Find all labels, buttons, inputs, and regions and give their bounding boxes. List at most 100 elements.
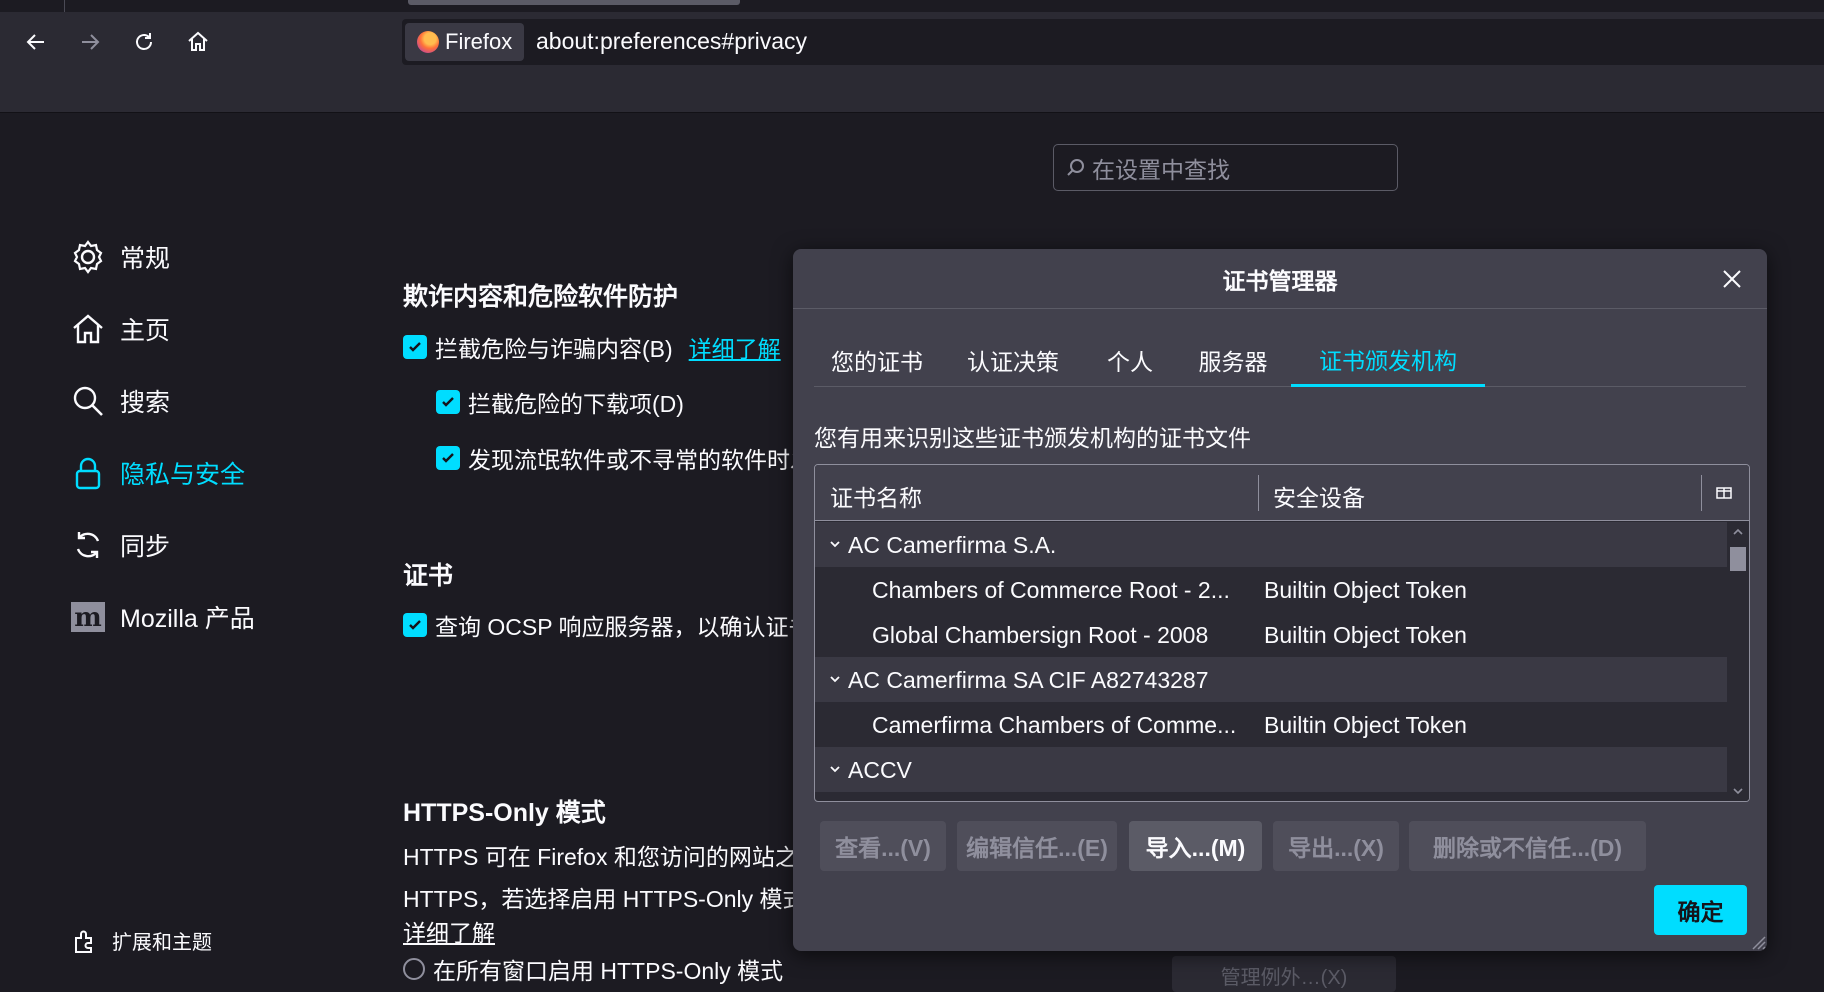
puzzle-icon bbox=[75, 930, 92, 953]
sidebar-item-home[interactable]: 主页 bbox=[68, 305, 170, 353]
cert-device: Builtin Object Token bbox=[1264, 622, 1467, 648]
manage-exceptions-button[interactable]: 管理例外…(X) bbox=[1172, 956, 1396, 992]
url-text[interactable]: about:preferences#privacy bbox=[536, 28, 807, 55]
cert-name: Global Chambersign Root - 2008 bbox=[872, 622, 1209, 648]
firefox-logo-icon bbox=[417, 31, 439, 53]
scroll-down-icon[interactable] bbox=[1727, 781, 1749, 801]
mozilla-icon: m bbox=[68, 597, 108, 637]
checkmark-icon bbox=[436, 390, 460, 414]
https-only-all-windows-radio[interactable]: 在所有窗口启用 HTTPS-Only 模式 bbox=[403, 952, 783, 986]
chevron-down-icon[interactable] bbox=[825, 759, 845, 779]
chevron-down-icon[interactable] bbox=[825, 534, 845, 554]
sidebar-item-privacy[interactable]: 隐私与安全 bbox=[68, 449, 245, 497]
checkmark-icon bbox=[403, 613, 427, 637]
tree-row-cert[interactable]: Chambers of Commerce Root - 2... Builtin… bbox=[815, 567, 1727, 612]
tab-your-certificates[interactable]: 您的证书 bbox=[814, 333, 940, 387]
tab-people[interactable]: 个人 bbox=[1085, 333, 1175, 387]
resize-grip-icon[interactable] bbox=[1747, 931, 1767, 951]
dialog-tabs: 您的证书 认证决策 个人 服务器 证书颁发机构 bbox=[814, 333, 1746, 387]
sidebar-item-label: 同步 bbox=[120, 533, 171, 561]
sidebar-item-label: 搜索 bbox=[120, 389, 171, 417]
identity-label: Firefox bbox=[445, 29, 513, 54]
identity-box[interactable]: Firefox bbox=[405, 23, 525, 61]
cert-device: Builtin Object Token bbox=[1264, 712, 1467, 738]
sidebar-item-label: 扩展和主题 bbox=[112, 932, 212, 954]
radio-circle bbox=[403, 958, 425, 980]
chevron-down-icon[interactable] bbox=[825, 669, 845, 689]
sidebar-item-label: 隐私与安全 bbox=[120, 461, 246, 489]
checkbox-label: 拦截危险的下载项(D) bbox=[468, 391, 684, 417]
tree-row-cert[interactable]: Global Chambersign Root - 2008 Builtin O… bbox=[815, 612, 1727, 657]
checkmark-icon bbox=[436, 446, 460, 470]
search-placeholder: 在设置中查找 bbox=[1092, 156, 1230, 183]
cert-name: Camerfirma Chambers of Comme... bbox=[872, 712, 1237, 738]
lock-icon bbox=[68, 453, 108, 493]
reload-icon[interactable] bbox=[126, 24, 162, 60]
tree-row-group[interactable]: AC Camerfirma S.A. bbox=[815, 522, 1727, 567]
active-tab-indicator[interactable] bbox=[408, 0, 740, 5]
cert-device: Builtin Object Token bbox=[1264, 577, 1467, 603]
tab-separator bbox=[64, 0, 65, 12]
tree-row-group[interactable]: ACCV bbox=[815, 747, 1727, 792]
group-name: AC Camerfirma S.A. bbox=[848, 532, 1057, 558]
url-bar[interactable]: Firefox about:preferences#privacy bbox=[402, 19, 1824, 65]
search-icon bbox=[1067, 158, 1084, 176]
scroll-up-icon[interactable] bbox=[1727, 522, 1749, 542]
tab-servers[interactable]: 服务器 bbox=[1178, 333, 1288, 387]
sidebar-item-general[interactable]: 常规 bbox=[68, 233, 170, 281]
home-icon bbox=[68, 309, 108, 349]
group-name: AC Camerfirma SA CIF A82743287 bbox=[848, 667, 1209, 693]
delete-or-distrust-button[interactable]: 删除或不信任...(D) bbox=[1409, 821, 1646, 871]
learn-more-link[interactable]: 详细了解 bbox=[689, 330, 781, 364]
checkbox-label: 拦截危险与诈骗内容(B) bbox=[435, 336, 673, 362]
checkmark-icon bbox=[403, 335, 427, 359]
tree-row-group[interactable]: AC Camerfirma SA CIF A82743287 bbox=[815, 657, 1727, 702]
tab-authentication-decisions[interactable]: 认证决策 bbox=[945, 333, 1081, 387]
column-splitter[interactable] bbox=[1258, 475, 1259, 511]
sidebar-item-label: Mozilla 产品 bbox=[120, 605, 255, 633]
section-heading-phishing: 欺诈内容和危险软件防护 bbox=[403, 283, 679, 311]
home-icon[interactable] bbox=[180, 24, 216, 60]
cert-name: Chambers of Commerce Root - 2... bbox=[872, 577, 1230, 603]
svg-text:m: m bbox=[74, 603, 102, 633]
tree-scrollbar[interactable] bbox=[1727, 522, 1749, 801]
import-button[interactable]: 导入...(M) bbox=[1129, 821, 1262, 871]
ok-button[interactable]: 确定 bbox=[1654, 885, 1747, 935]
tab-authorities[interactable]: 证书颁发机构 bbox=[1291, 333, 1485, 387]
navigation-toolbar: Firefox about:preferences#privacy bbox=[0, 12, 1824, 70]
column-header-security-device[interactable]: 安全设备 bbox=[1273, 479, 1365, 513]
export-button[interactable]: 导出...(X) bbox=[1273, 821, 1399, 871]
dialog-title: 证书管理器 bbox=[793, 249, 1767, 309]
block-downloads-checkbox[interactable]: 拦截危险的下载项(D) bbox=[436, 385, 684, 419]
sidebar-item-sync[interactable]: 同步 bbox=[68, 521, 170, 569]
tree-row-cert[interactable]: Camerfirma Chambers of Comme... Builtin … bbox=[815, 702, 1727, 747]
column-header-cert-name[interactable]: 证书名称 bbox=[830, 479, 922, 513]
tree-header: 证书名称 安全设备 bbox=[815, 465, 1749, 521]
tab-description: 您有用来识别这些证书颁发机构的证书文件 bbox=[814, 425, 1251, 451]
sidebar-item-extensions[interactable]: 扩展和主题 bbox=[72, 926, 212, 955]
toolbar-spacer bbox=[0, 70, 1824, 113]
sidebar-item-mozilla-products[interactable]: m Mozilla 产品 bbox=[68, 593, 255, 641]
radio-label: 在所有窗口启用 HTTPS-Only 模式 bbox=[433, 958, 784, 984]
scrollbar-thumb[interactable] bbox=[1730, 547, 1746, 571]
back-icon[interactable] bbox=[18, 24, 54, 60]
section-heading-https-only: HTTPS-Only 模式 bbox=[403, 799, 606, 827]
edit-trust-button[interactable]: 编辑信任...(E) bbox=[957, 821, 1117, 871]
https-learn-more-link[interactable]: 详细了解 bbox=[403, 914, 495, 948]
forward-icon[interactable] bbox=[72, 24, 108, 60]
group-name: ACCV bbox=[848, 757, 912, 783]
sidebar-item-label: 常规 bbox=[120, 245, 171, 273]
sync-icon bbox=[68, 525, 108, 565]
view-button[interactable]: 查看...(V) bbox=[820, 821, 946, 871]
sidebar-item-search[interactable]: 搜索 bbox=[68, 377, 170, 425]
block-dangerous-checkbox[interactable]: 拦截危险与诈骗内容(B) 详细了解 bbox=[403, 330, 781, 364]
certificate-tree[interactable]: 证书名称 安全设备 AC Camerfirma S.A. Chambers of… bbox=[814, 464, 1750, 802]
settings-search-input[interactable]: 在设置中查找 bbox=[1053, 144, 1398, 191]
gear-icon bbox=[68, 237, 108, 277]
column-picker-icon[interactable] bbox=[1713, 482, 1735, 504]
tab-strip bbox=[0, 0, 1824, 12]
column-splitter[interactable] bbox=[1701, 475, 1702, 511]
search-icon bbox=[68, 381, 108, 421]
sidebar-item-label: 主页 bbox=[120, 317, 171, 345]
close-icon[interactable] bbox=[1717, 264, 1747, 294]
